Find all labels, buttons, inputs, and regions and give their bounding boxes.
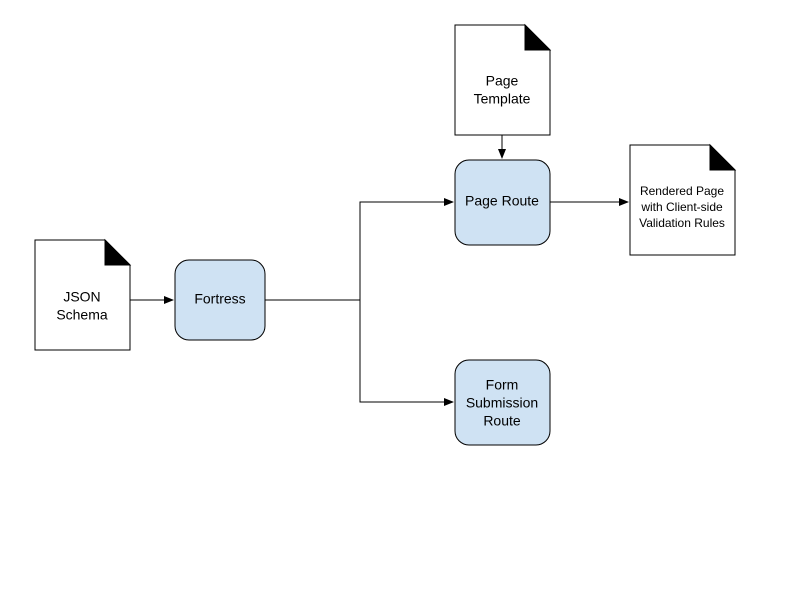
fortress-label: Fortress [194, 291, 245, 307]
json-schema-node: JSON Schema [35, 240, 130, 350]
document-fold-icon [105, 240, 130, 265]
page-route-label: Page Route [465, 193, 539, 209]
page-template-label-1: Page [486, 73, 519, 89]
page-template-label-2: Template [474, 91, 531, 107]
json-schema-label-1: JSON [63, 289, 100, 305]
rendered-page-label-3: Validation Rules [639, 216, 725, 230]
arrow-fortress-to-pageroute [265, 202, 453, 300]
rendered-page-label-1: Rendered Page [640, 184, 724, 198]
form-route-label-2: Submission [466, 395, 538, 411]
rendered-page-label-2: with Client-side [640, 200, 723, 214]
fortress-node: Fortress [175, 260, 265, 340]
form-route-label-3: Route [483, 413, 521, 429]
form-submission-route-node: Form Submission Route [455, 360, 550, 445]
document-fold-icon [710, 145, 735, 170]
page-route-node: Page Route [455, 160, 550, 245]
document-fold-icon [525, 25, 550, 50]
form-route-label-1: Form [486, 377, 519, 393]
json-schema-label-2: Schema [56, 307, 108, 323]
flow-diagram: JSON Schema Fortress Page Template Page … [0, 0, 800, 600]
arrow-fortress-to-formroute [265, 300, 453, 402]
page-template-node: Page Template [455, 25, 550, 135]
rendered-page-node: Rendered Page with Client-side Validatio… [630, 145, 735, 255]
